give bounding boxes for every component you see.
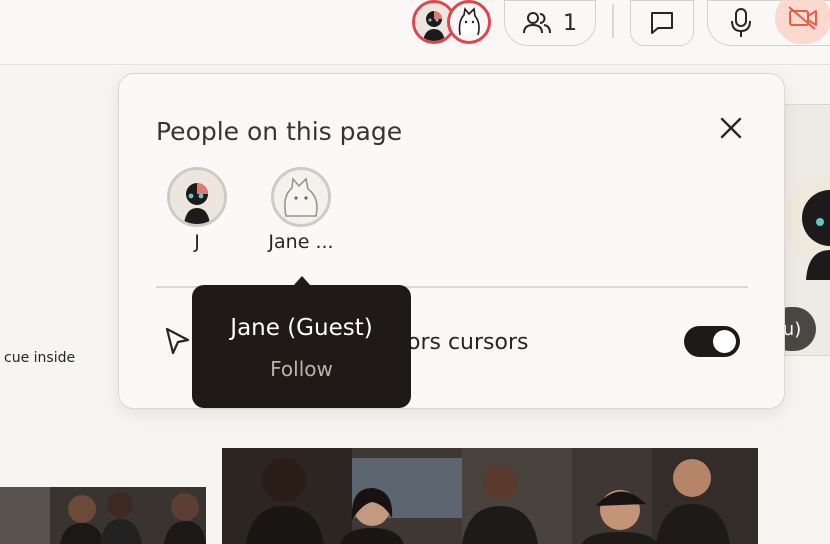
person-avatar <box>167 167 227 227</box>
j-avatar-icon <box>170 170 224 224</box>
close-button[interactable] <box>715 112 747 144</box>
people-icon <box>523 12 551 34</box>
person-j[interactable]: J <box>152 167 242 253</box>
person-label: Jane ... <box>268 231 334 253</box>
toolbar-divider <box>612 4 614 38</box>
toggle-knob <box>713 330 736 353</box>
hero-photo <box>222 448 758 544</box>
tooltip-arrow <box>293 276 311 286</box>
tooltip-name: Jane (Guest) <box>230 315 373 341</box>
show-cursors-label: ors cursors <box>407 330 529 355</box>
chat-button[interactable] <box>630 0 694 46</box>
camera-off-icon <box>788 6 817 30</box>
cat-avatar-icon <box>284 177 318 217</box>
close-icon <box>720 117 742 139</box>
top-bar: 1 <box>0 0 830 65</box>
page-text-snippet: cue inside <box>4 350 76 366</box>
show-cursors-toggle[interactable] <box>684 326 740 357</box>
person-tooltip: Jane (Guest) Follow <box>192 276 411 408</box>
participant-count: 1 <box>563 10 577 36</box>
person-label: J <box>194 231 200 253</box>
participant-avatar-jane[interactable] <box>447 0 491 44</box>
people-button[interactable]: 1 <box>504 0 596 46</box>
microphone-icon <box>731 8 751 37</box>
camera-off-button[interactable] <box>775 0 830 44</box>
video-tile-avatar-icon <box>786 174 830 280</box>
person-jane[interactable]: Jane ... <box>256 167 346 253</box>
avatar-jane-icon <box>458 7 480 36</box>
people-photo-image <box>0 487 206 544</box>
cursor-icon <box>164 326 192 360</box>
microphone-button[interactable] <box>728 7 754 43</box>
thumbnail-photo <box>0 487 206 544</box>
person-avatar <box>271 167 331 227</box>
panel-title: People on this page <box>156 117 403 146</box>
chat-icon <box>651 12 673 34</box>
follow-button[interactable]: Follow <box>192 357 411 381</box>
team-photo-image <box>222 448 758 544</box>
